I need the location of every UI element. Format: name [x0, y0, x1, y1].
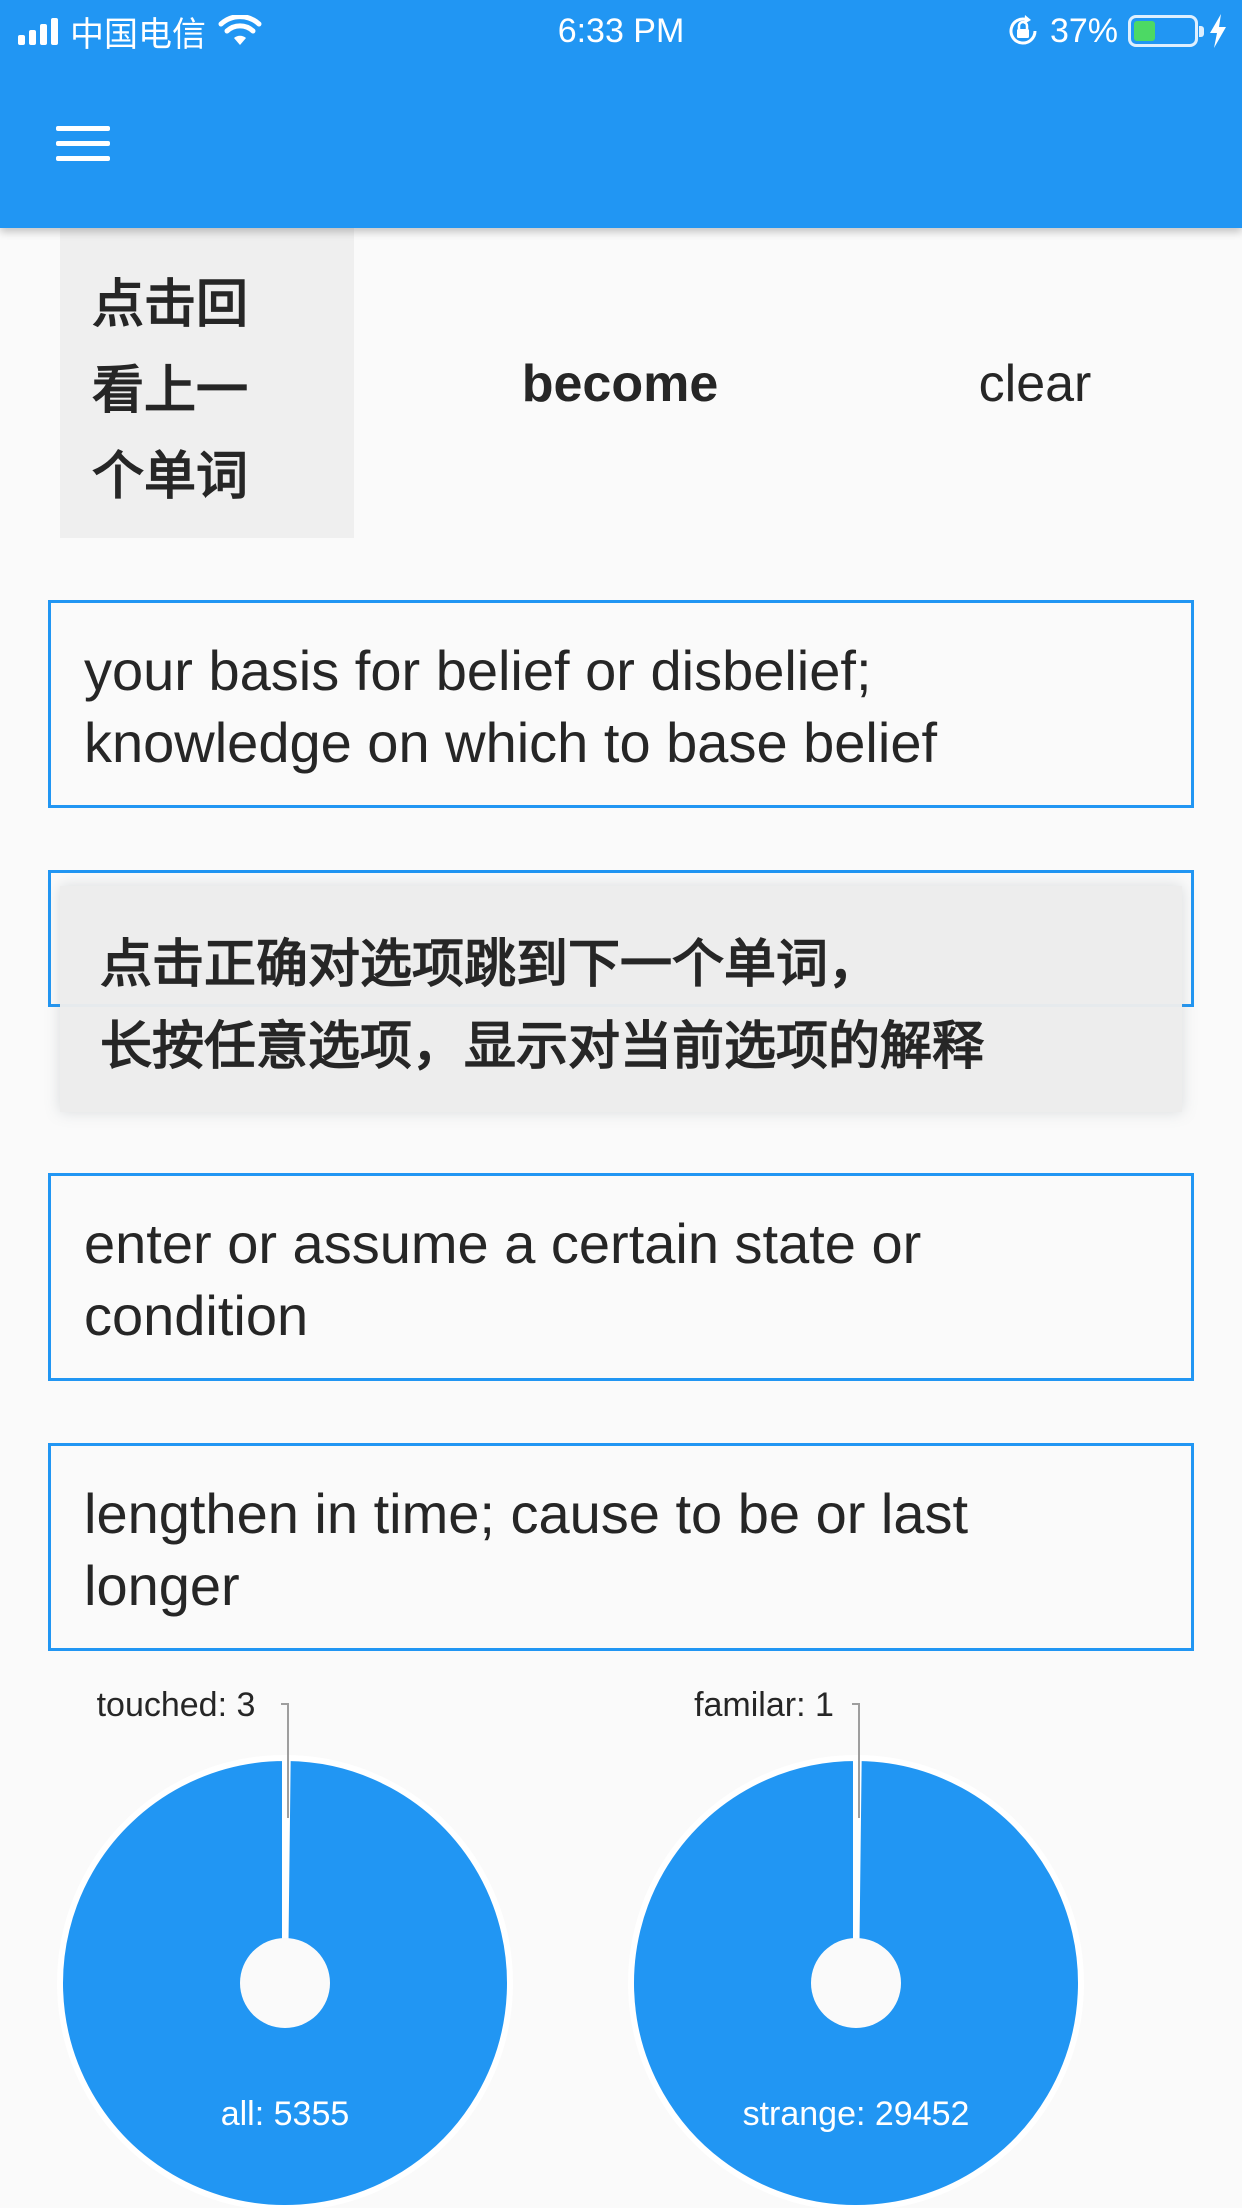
option-text-line: knowledge on which to base belief	[84, 711, 938, 774]
donut-hole	[811, 1938, 901, 2028]
battery-icon	[1128, 15, 1204, 47]
pie-label: familar: 1	[694, 1686, 834, 1724]
option-3[interactable]: enter or assume a certain state or condi…	[48, 1173, 1194, 1381]
previous-word-hint-line: 点击回	[92, 275, 249, 335]
hamburger-menu-icon	[56, 125, 110, 161]
current-word: become	[521, 355, 719, 413]
pie-charts: all: 5355 touched: 3 strange: 29452 familar…	[57, 1686, 1085, 2208]
battery-percent: 37%	[1049, 11, 1118, 50]
donut-hole	[240, 1938, 330, 2028]
pie-label: all: 5355	[221, 2095, 350, 2133]
usage-tooltip: 点击正确对选项跳到下一个单词， 长按任意选项，显示对当前选项的解释	[60, 886, 1182, 1112]
option-text-line: lengthen in time; cause to be or last	[84, 1482, 969, 1545]
tooltip-line: 点击正确对选项跳到下一个单词，	[100, 935, 881, 995]
previous-word-hint[interactable]: 点击回 看上一 个单词	[60, 228, 354, 538]
app-bar: 中国电信 6:33 PM 37%	[0, 0, 1242, 228]
option-text-line: condition	[84, 1284, 309, 1347]
status-bar-right: 37%	[1006, 0, 1228, 62]
charging-bolt-icon	[1210, 14, 1226, 48]
stats-charts: all: 5355 touched: 3 strange: 29452 familar…	[0, 1640, 1242, 2208]
pie-label: strange: 29452	[743, 2095, 970, 2133]
previous-word-hint-line: 个单词	[92, 447, 249, 507]
previous-word-hint-line: 看上一	[92, 361, 249, 421]
option-text-line: enter or assume a certain state or	[84, 1212, 922, 1275]
menu-button[interactable]	[40, 108, 126, 178]
option-text-line: longer	[84, 1554, 240, 1617]
battery-level-fill	[1134, 21, 1155, 41]
option-4[interactable]: lengthen in time; cause to be or last lo…	[48, 1443, 1194, 1651]
option-text-line: your basis for belief or disbelief;	[84, 639, 872, 702]
screen: 中国电信 6:33 PM 37% 点击回 看上一 个单词 become clea…	[0, 0, 1242, 2208]
rotation-lock-icon	[1009, 15, 1037, 45]
pie-label: touched: 3	[97, 1686, 256, 1724]
option-1[interactable]: your basis for belief or disbelief; know…	[48, 600, 1194, 808]
tooltip-line: 长按任意选项，显示对当前选项的解释	[100, 1017, 985, 1077]
clear-button[interactable]: clear	[930, 348, 1140, 420]
